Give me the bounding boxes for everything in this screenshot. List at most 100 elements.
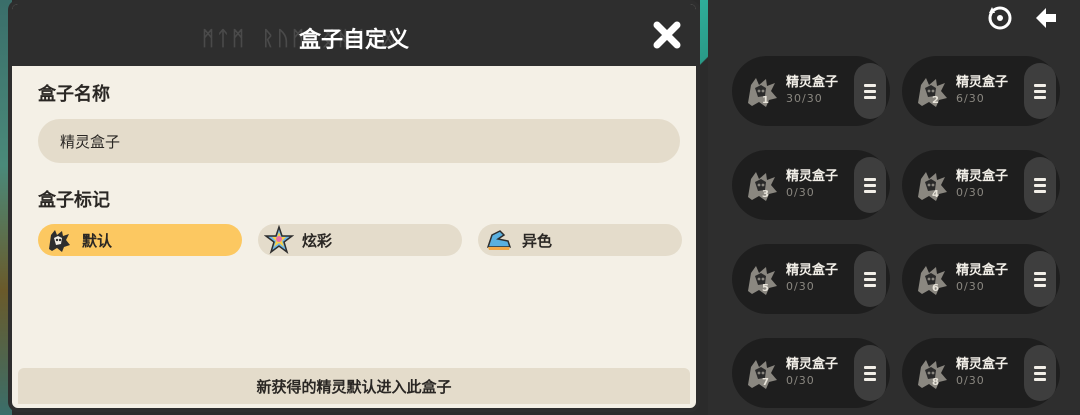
menu-line [1034,377,1046,381]
box-grid: 1 精灵盒子 30/30 2 精灵盒子 6/30 3 精灵盒子 0/30 4 精… [732,56,1060,408]
box-name: 精灵盒子 [786,263,839,278]
box-menu-button[interactable] [1024,251,1056,307]
box-card[interactable]: 4 精灵盒子 0/30 [902,150,1060,220]
box-menu-button[interactable] [1024,63,1056,119]
menu-line [1034,283,1046,287]
back-arrow-icon[interactable] [1030,2,1062,34]
spirit-box-icon: 2 [912,71,952,111]
box-count: 6/30 [956,92,985,105]
default-spirit-icon [49,230,70,252]
top-toolbar [984,2,1062,34]
box-card[interactable]: 3 精灵盒子 0/30 [732,150,890,220]
menu-line [1034,83,1046,87]
menu-line [1034,365,1046,369]
mark-options: 默认 炫彩 异色 [38,224,682,256]
box-number: 5 [762,283,769,294]
menu-line [1034,189,1046,193]
menu-line [864,365,876,369]
box-text: 精灵盒子 0/30 [956,169,1008,201]
box-card[interactable]: 6 精灵盒子 0/30 [902,244,1060,314]
mark-option-rainbow[interactable]: 炫彩 [258,224,462,256]
box-list-panel: 1 精灵盒子 30/30 2 精灵盒子 6/30 3 精灵盒子 0/30 4 精… [708,0,1080,415]
box-text: 精灵盒子 0/30 [786,169,838,201]
box-name: 精灵盒子 [956,357,1009,372]
menu-line [864,377,876,381]
menu-line [864,95,876,99]
menu-line [864,277,876,281]
box-name: 精灵盒子 [786,75,839,90]
box-name: 精灵盒子 [956,263,1009,278]
box-text: 精灵盒子 30/30 [786,75,838,107]
mark-option-label: 异色 [522,231,553,250]
menu-line [1034,271,1046,275]
box-count: 30/30 [786,92,823,105]
box-card[interactable]: 2 精灵盒子 6/30 [902,56,1060,126]
menu-line [1034,371,1046,375]
menu-line [1034,95,1046,99]
menu-line [1034,177,1046,181]
box-count: 0/30 [956,186,985,199]
shiny-shoe-icon [486,230,512,250]
box-customize-dialog: ᛗᛏᛗ ᚱᚢᛗ ᛝᚻᛗᚹᛞ 盒子自定义 盒子名称 精灵盒子 盒子标记 默认 炫彩… [8,0,700,412]
dialog-header: ᛗᛏᛗ ᚱᚢᛗ ᛝᚻᛗᚹᛞ 盒子自定义 [12,4,696,66]
spirit-box-icon: 1 [742,71,782,111]
box-number: 3 [762,189,769,200]
box-name: 精灵盒子 [786,357,839,372]
default-box-footer[interactable]: 新获得的精灵默认进入此盒子 [18,368,690,404]
footer-text: 新获得的精灵默认进入此盒子 [256,377,452,396]
menu-line [1034,277,1046,281]
box-menu-button[interactable] [854,63,886,119]
box-card[interactable]: 7 精灵盒子 0/30 [732,338,890,408]
box-number: 6 [932,283,939,294]
box-count: 0/30 [786,374,815,387]
box-text: 精灵盒子 6/30 [956,75,1008,107]
close-button[interactable] [650,18,684,52]
box-count: 0/30 [786,280,815,293]
box-menu-button[interactable] [854,157,886,213]
spirit-box-icon: 8 [912,353,952,393]
box-name-input[interactable]: 精灵盒子 [38,119,680,163]
box-number: 8 [932,377,939,388]
menu-line [864,83,876,87]
box-name: 精灵盒子 [786,169,839,184]
menu-line [864,177,876,181]
menu-line [864,271,876,275]
spirit-box-icon: 7 [742,353,782,393]
box-card[interactable]: 1 精灵盒子 30/30 [732,56,890,126]
box-number: 4 [932,189,939,200]
box-number: 2 [932,95,939,106]
menu-line [1034,183,1046,187]
menu-line [864,183,876,187]
menu-line [864,283,876,287]
box-menu-button[interactable] [854,345,886,401]
menu-line [864,371,876,375]
box-number: 7 [762,377,769,388]
rainbow-star-icon [264,225,294,254]
box-number: 1 [762,95,769,106]
box-card[interactable]: 5 精灵盒子 0/30 [732,244,890,314]
menu-line [864,189,876,193]
mark-option-default[interactable]: 默认 [38,224,242,256]
spirit-box-icon: 5 [742,259,782,299]
box-card[interactable]: 8 精灵盒子 0/30 [902,338,1060,408]
box-mark-label: 盒子标记 [38,190,110,211]
box-text: 精灵盒子 0/30 [956,263,1008,295]
menu-line [1034,89,1046,93]
dialog-title: 盒子自定义 [298,28,409,53]
spirit-box-icon: 4 [912,165,952,205]
box-menu-button[interactable] [1024,157,1056,213]
box-count: 0/30 [786,186,815,199]
refresh-icon[interactable] [984,2,1016,34]
box-text: 精灵盒子 0/30 [786,357,838,389]
menu-line [864,89,876,93]
box-name: 精灵盒子 [956,169,1009,184]
box-text: 精灵盒子 0/30 [956,357,1008,389]
mark-option-label: 炫彩 [302,231,333,250]
mark-option-label: 默认 [82,231,113,250]
box-menu-button[interactable] [854,251,886,307]
box-menu-button[interactable] [1024,345,1056,401]
box-text: 精灵盒子 0/30 [786,263,838,295]
mark-option-shiny[interactable]: 异色 [478,224,682,256]
box-name-label: 盒子名称 [38,84,110,105]
box-name: 精灵盒子 [956,75,1009,90]
